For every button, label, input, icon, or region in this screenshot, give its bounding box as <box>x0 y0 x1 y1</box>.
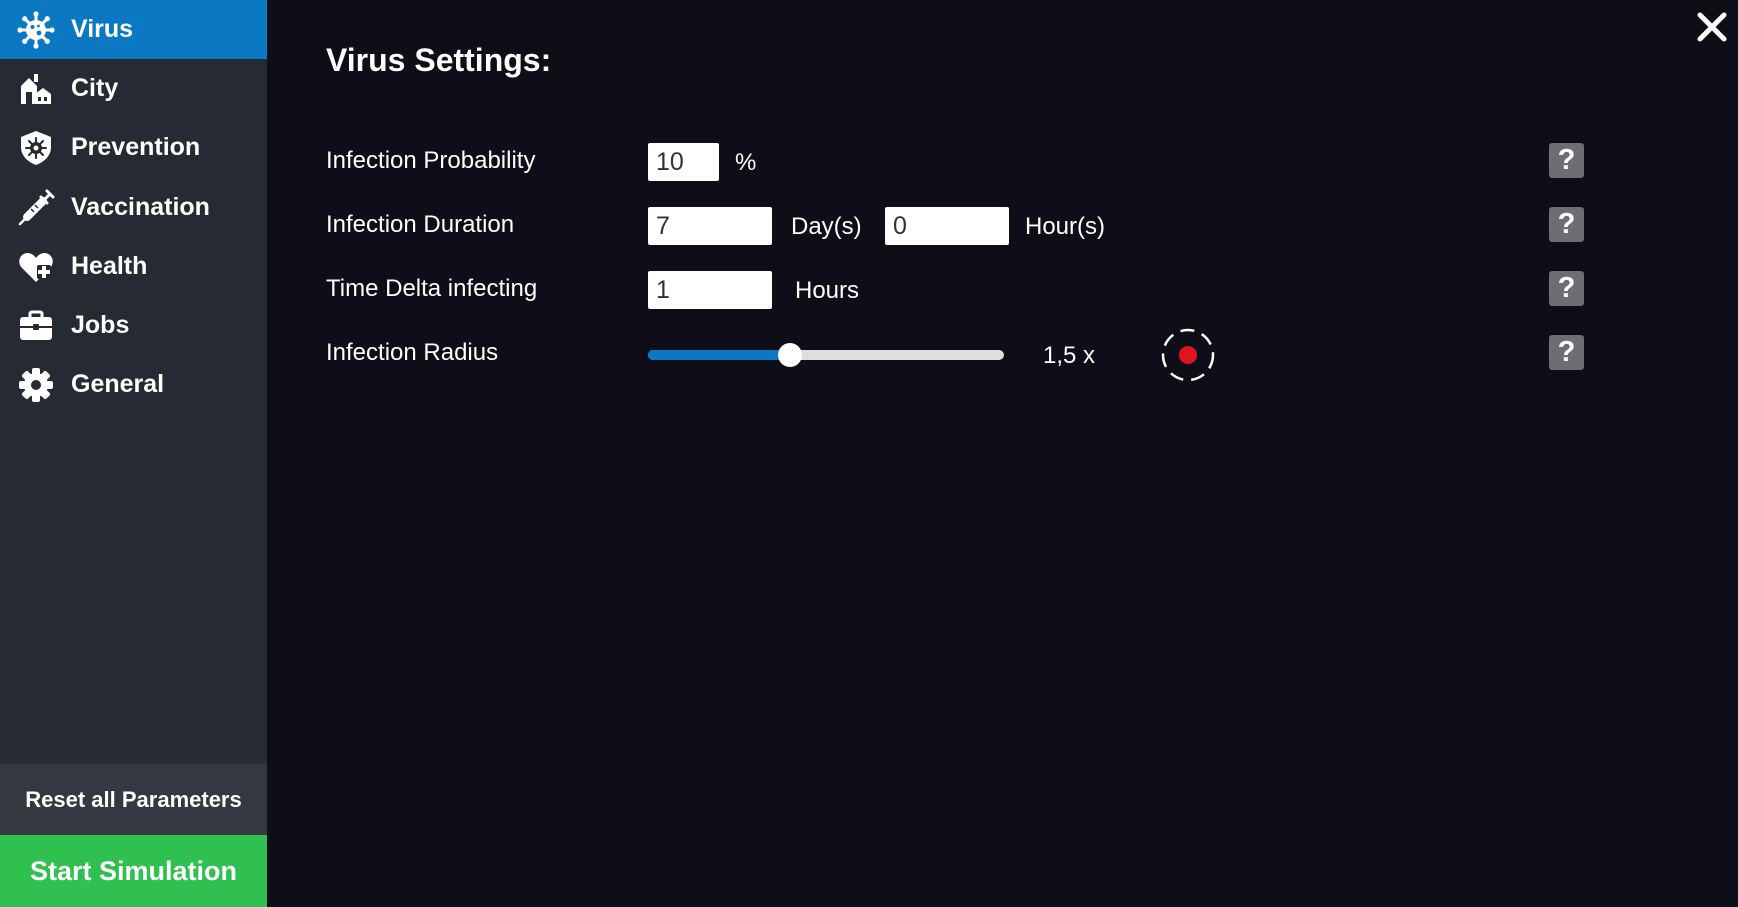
close-button[interactable] <box>1694 9 1730 45</box>
infection-probability-help-button[interactable]: ? <box>1549 143 1584 178</box>
infection-radius-help-button[interactable]: ? <box>1549 335 1584 370</box>
sidebar-item-jobs[interactable]: Jobs <box>0 296 267 355</box>
close-icon <box>1697 12 1727 42</box>
slider-thumb[interactable] <box>778 343 802 367</box>
time-delta-unit: Hours <box>795 277 860 304</box>
sidebar-item-label: City <box>71 74 119 102</box>
infection-duration-days-input[interactable] <box>648 207 772 245</box>
start-simulation-button[interactable]: Start Simulation <box>0 835 267 907</box>
sidebar-item-label: Prevention <box>71 133 201 161</box>
infection-radius-slider[interactable] <box>648 343 1004 367</box>
infection-radius-preview <box>1160 327 1216 383</box>
infection-probability-unit: % <box>735 149 757 176</box>
sidebar: Virus City Prevention Vaccination Health… <box>0 0 267 907</box>
sidebar-item-vaccination[interactable]: Vaccination <box>0 178 267 237</box>
gear-icon <box>17 366 55 404</box>
city-icon <box>17 70 55 108</box>
time-delta-label: Time Delta infecting <box>326 275 538 302</box>
sidebar-item-prevention[interactable]: Prevention <box>0 118 267 177</box>
sidebar-item-label: General <box>71 370 165 398</box>
slider-fill <box>648 350 790 360</box>
infection-duration-days-unit: Day(s) <box>791 213 862 240</box>
infection-probability-label: Infection Probability <box>326 147 536 174</box>
briefcase-icon <box>17 307 55 345</box>
infection-duration-help-button[interactable]: ? <box>1549 207 1584 242</box>
infection-radius-value: 1,5 x <box>1043 342 1096 369</box>
sidebar-item-label: Jobs <box>71 311 130 339</box>
sidebar-item-city[interactable]: City <box>0 59 267 118</box>
sidebar-item-general[interactable]: General <box>0 355 267 414</box>
virus-icon <box>17 10 55 49</box>
time-delta-help-button[interactable]: ? <box>1549 271 1584 306</box>
radius-target-icon <box>1161 328 1215 382</box>
sidebar-item-label: Health <box>71 252 148 280</box>
sidebar-item-health[interactable]: Health <box>0 237 267 296</box>
infection-duration-hours-unit: Hour(s) <box>1025 213 1106 240</box>
time-delta-input[interactable] <box>648 271 772 309</box>
infection-probability-input[interactable] <box>648 143 719 181</box>
sidebar-item-label: Vaccination <box>71 193 210 221</box>
infection-radius-label: Infection Radius <box>326 339 499 366</box>
sidebar-item-virus[interactable]: Virus <box>0 0 267 59</box>
heart-plus-icon <box>17 248 55 286</box>
infection-duration-label: Infection Duration <box>326 211 515 238</box>
infection-duration-hours-input[interactable] <box>885 207 1009 245</box>
shield-virus-icon <box>17 129 55 167</box>
page-title: Virus Settings: <box>326 42 552 78</box>
reset-parameters-button[interactable]: Reset all Parameters <box>0 764 267 835</box>
syringe-icon <box>17 189 55 227</box>
app-window: Virus City Prevention Vaccination Health… <box>0 0 1738 907</box>
sidebar-item-label: Virus <box>71 15 134 43</box>
